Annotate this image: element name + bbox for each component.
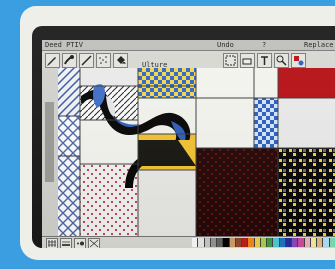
artwork-svg — [58, 68, 335, 236]
drawing-canvas[interactable] — [58, 68, 335, 236]
vertical-scroll-thumb[interactable] — [45, 102, 54, 182]
app-title: Deed PTIV — [45, 41, 83, 49]
zoom-icon[interactable] — [274, 53, 289, 68]
pencil-icon[interactable] — [45, 53, 60, 68]
line-icon[interactable] — [79, 53, 94, 68]
screen: Deed PTIV Undo ? Replace Ulture — [32, 26, 335, 248]
menu-replace[interactable]: Replace — [304, 40, 334, 50]
fill-icon[interactable] — [113, 53, 128, 68]
menu-bar: Deed PTIV Undo ? Replace — [42, 40, 335, 50]
brush-icon[interactable] — [62, 53, 77, 68]
color-palette — [192, 238, 335, 247]
brush-size-icon[interactable] — [74, 238, 86, 248]
spray-icon[interactable] — [96, 53, 111, 68]
pattern-icon[interactable] — [88, 238, 100, 248]
text-icon[interactable] — [257, 53, 272, 68]
menu-question-mark[interactable]: ? — [262, 40, 266, 50]
eraser-icon[interactable] — [240, 53, 255, 68]
shapes-icon[interactable] — [291, 53, 306, 68]
canvas-frame — [42, 68, 335, 236]
menu-undo[interactable]: Undo — [217, 40, 234, 50]
vertical-scrollbar[interactable] — [42, 68, 59, 236]
grid-icon[interactable] — [46, 238, 58, 248]
bottom-toolbar — [42, 236, 335, 248]
line-width-icon[interactable] — [60, 238, 72, 248]
palette-swatch[interactable] — [329, 238, 335, 247]
toolbar: Ulture — [42, 50, 335, 70]
select-icon[interactable] — [223, 53, 238, 68]
